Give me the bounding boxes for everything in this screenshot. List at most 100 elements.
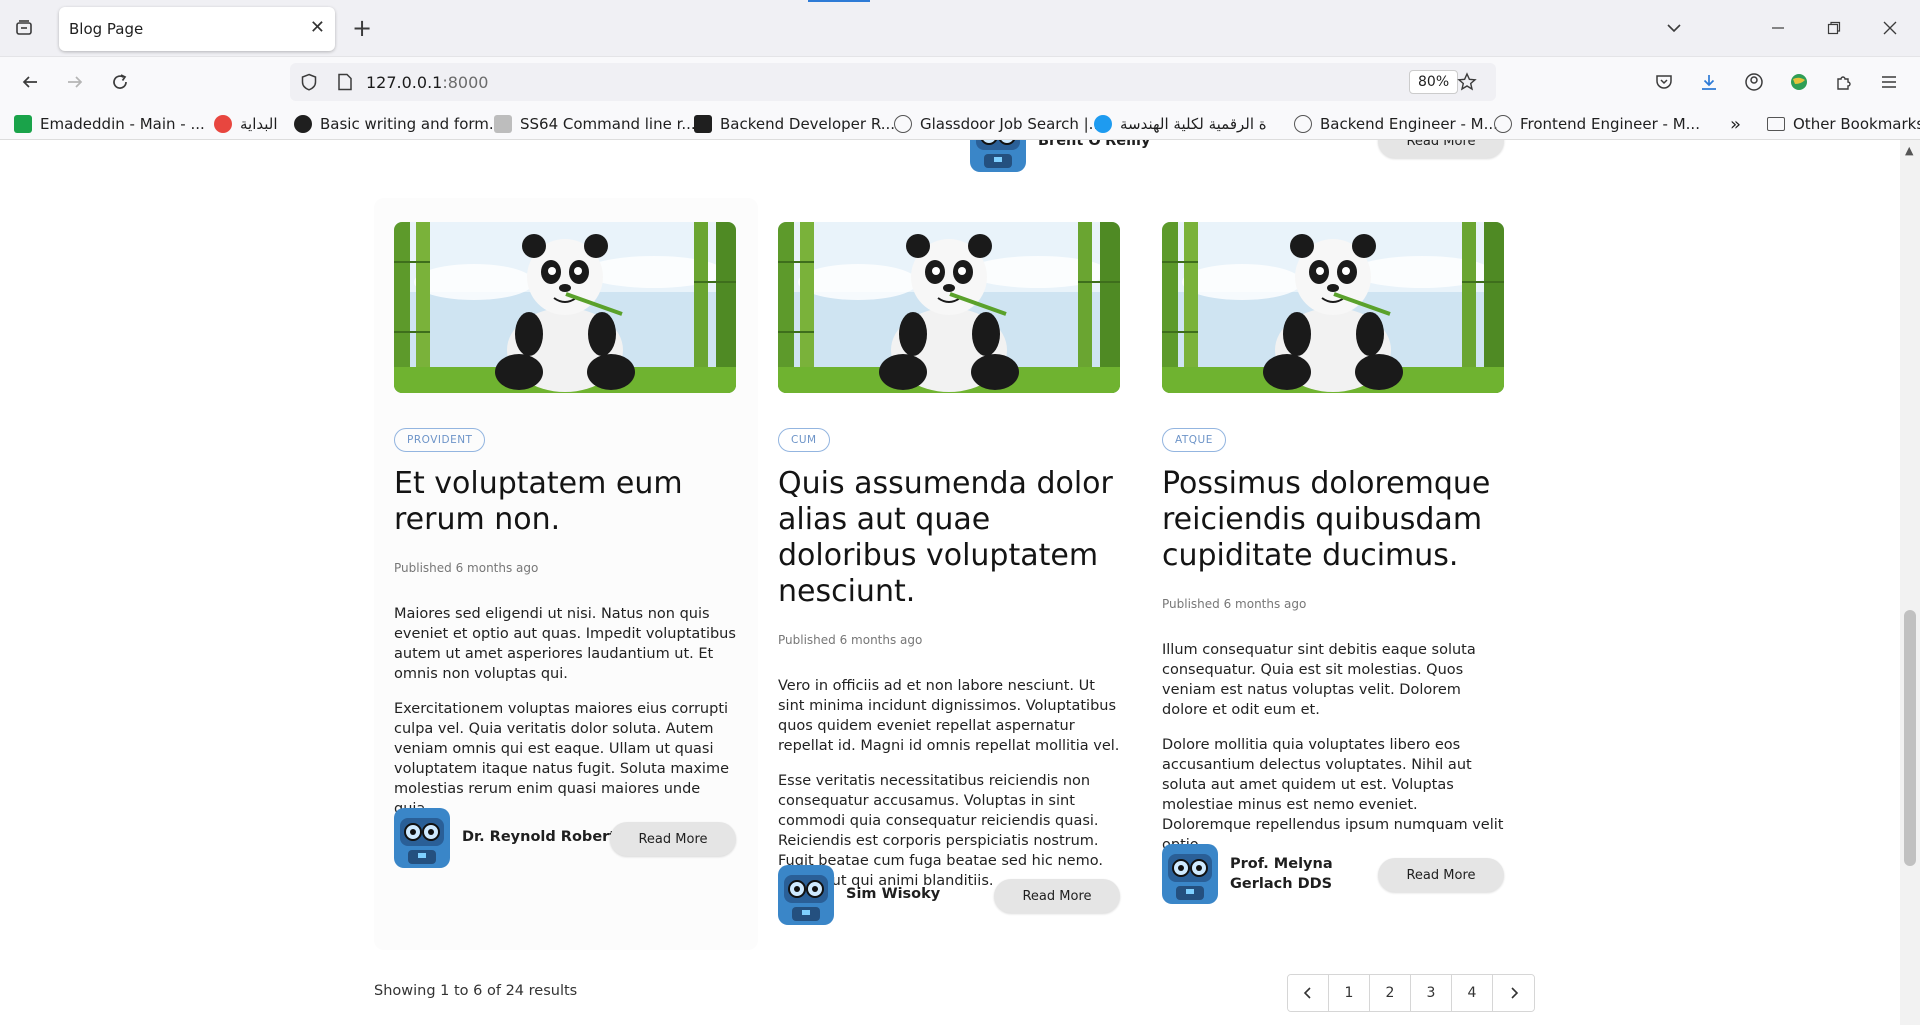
page-3-button[interactable]: 3 [1411,975,1452,1011]
author-name[interactable]: Sim Wisoky [846,884,940,904]
bookmark-item[interactable]: Emadeddin - Main - ... [14,114,205,134]
post-excerpt: Maiores sed eligendi ut nisi. Natus non … [394,606,736,682]
post-heading-block: Possimus doloremque reiciendis quibusdam… [1162,466,1512,855]
author-row: Dr. Reynold Roberts Read More [394,808,736,870]
author-name[interactable]: Brent O'Reilly [1038,140,1150,149]
url-text[interactable]: 127.0.0.1:8000 [366,73,488,92]
post-image[interactable] [778,222,1120,393]
extensions-icon[interactable] [1832,70,1856,94]
bookmark-label: Backend Developer R... [720,115,896,133]
shield-icon[interactable] [298,71,320,93]
category-tag[interactable]: ATQUE [1162,428,1226,452]
category-tag[interactable]: CUM [778,428,830,452]
category-tag[interactable]: PROVIDENT [394,428,486,452]
star-icon[interactable] [1456,71,1478,93]
bookmark-favicon-icon [694,115,712,133]
extension-globe-icon[interactable] [1787,70,1811,94]
author-name[interactable]: Prof. Melyna Gerlach DDS [1230,854,1380,894]
zoom-level[interactable]: 80% [1409,70,1459,94]
reload-icon[interactable] [108,70,132,94]
publish-date: Published 6 months ago [394,561,539,575]
pocket-icon[interactable] [1652,70,1676,94]
browser-chrome: Blog Page ✕ + 127.0.0.1:8000 80% Emadedd… [0,0,1920,140]
page-scrollbar[interactable]: ▲ [1900,140,1920,1025]
bookmark-label: Glassdoor Job Search |... [920,115,1103,133]
tab-title: Blog Page [69,20,144,38]
bookmark-item[interactable]: ة الرقمية لكلية الهندسة [1094,114,1267,134]
minimize-icon[interactable] [1766,16,1790,40]
bookmark-label: Backend Engineer - M... [1320,115,1498,133]
page-2-button[interactable]: 2 [1370,975,1411,1011]
bookmark-item[interactable]: البداية [214,114,278,134]
read-more-button[interactable]: Read More [610,822,736,856]
author-row: Prof. Melyna Gerlach DDS Read More [1162,844,1504,906]
bookmark-favicon-icon [1094,115,1112,133]
url-port: :8000 [442,73,489,92]
author-row: Sim Wisoky Read More [778,865,1120,927]
read-more-button[interactable]: Read More [1378,140,1504,158]
other-bookmarks[interactable]: Other Bookmarks [1767,114,1920,134]
list-all-tabs-icon[interactable] [1662,16,1686,40]
globe-icon [1494,115,1512,133]
other-bookmarks-label: Other Bookmarks [1793,115,1920,133]
bookmark-item[interactable]: Backend Developer R... [694,114,895,134]
author-name[interactable]: Dr. Reynold Roberts [462,827,625,847]
back-icon[interactable] [18,70,42,94]
forward-icon[interactable] [63,70,87,94]
post-image[interactable] [1162,222,1504,393]
page-1-button[interactable]: 1 [1329,975,1370,1011]
read-more-button[interactable]: Read More [1378,858,1504,892]
folder-icon [1767,117,1785,131]
bookmark-item[interactable]: Frontend Engineer - M... [1494,114,1700,134]
scrollbar-thumb[interactable] [1904,610,1916,866]
page-content: Brent O'Reilly Read More PROVIDENT Et vo… [0,140,1900,1025]
bookmark-label: Emadeddin - Main - ... [40,115,205,133]
publish-date: Published 6 months ago [778,633,923,647]
more-bookmarks-icon[interactable]: » [1730,114,1741,135]
new-tab-icon[interactable]: + [350,14,374,42]
results-summary: Showing 1 to 6 of 24 results [374,983,578,999]
chevron-right-icon[interactable] [1493,975,1534,1011]
tab-overview-icon[interactable] [12,16,36,40]
page-4-button[interactable]: 4 [1452,975,1493,1011]
avatar [394,808,450,868]
bookmark-item[interactable]: Backend Engineer - M... [1294,114,1498,134]
globe-icon [1294,115,1312,133]
github-icon [294,115,312,133]
bookmark-label: البداية [240,115,278,133]
bookmark-label: ة الرقمية لكلية الهندسة [1120,115,1267,133]
bookmarks-toolbar: Emadeddin - Main - ... البداية Basic wri… [0,106,1920,140]
avatar [970,140,1026,172]
close-icon[interactable]: ✕ [310,17,325,39]
previous-card-footer: Brent O'Reilly Read More [970,140,1504,174]
url-bar[interactable]: 127.0.0.1:8000 80% [290,63,1496,101]
restore-icon[interactable] [1822,16,1846,40]
menu-icon[interactable] [1877,70,1901,94]
read-more-button[interactable]: Read More [994,879,1120,913]
tab-bar: Blog Page ✕ + [0,0,1920,56]
scroll-up-icon[interactable]: ▲ [1905,144,1913,157]
tab-blog-page[interactable]: Blog Page ✕ [59,7,335,51]
bookmark-item[interactable]: Glassdoor Job Search |... [894,114,1103,134]
bookmark-label: Frontend Engineer - M... [1520,115,1700,133]
post-excerpt: Exercitationem voluptas maiores eius cor… [394,701,729,817]
bookmark-item[interactable]: SS64 Command line r... [494,114,696,134]
bookmark-label: Basic writing and form... [320,115,504,133]
account-icon[interactable] [1742,70,1766,94]
bookmark-favicon-icon [494,115,512,133]
pagination: 1 2 3 4 [1287,974,1535,1012]
globe-icon [894,115,912,133]
post-title[interactable]: Quis assumenda dolor alias aut quae dolo… [778,466,1128,610]
download-icon[interactable] [1697,70,1721,94]
avatar [778,865,834,925]
post-heading-block: Quis assumenda dolor alias aut quae dolo… [778,466,1128,891]
post-title[interactable]: Et voluptatem eum rerum non. [394,466,694,538]
publish-date: Published 6 months ago [1162,597,1307,611]
post-excerpt: Dolore mollitia quia voluptates libero e… [1162,737,1504,853]
chevron-left-icon[interactable] [1288,975,1329,1011]
window-close-icon[interactable] [1878,16,1902,40]
page-icon[interactable] [334,71,356,93]
post-title[interactable]: Possimus doloremque reiciendis quibusdam… [1162,466,1512,574]
bookmark-item[interactable]: Basic writing and form... [294,114,503,134]
post-image[interactable] [394,222,736,393]
